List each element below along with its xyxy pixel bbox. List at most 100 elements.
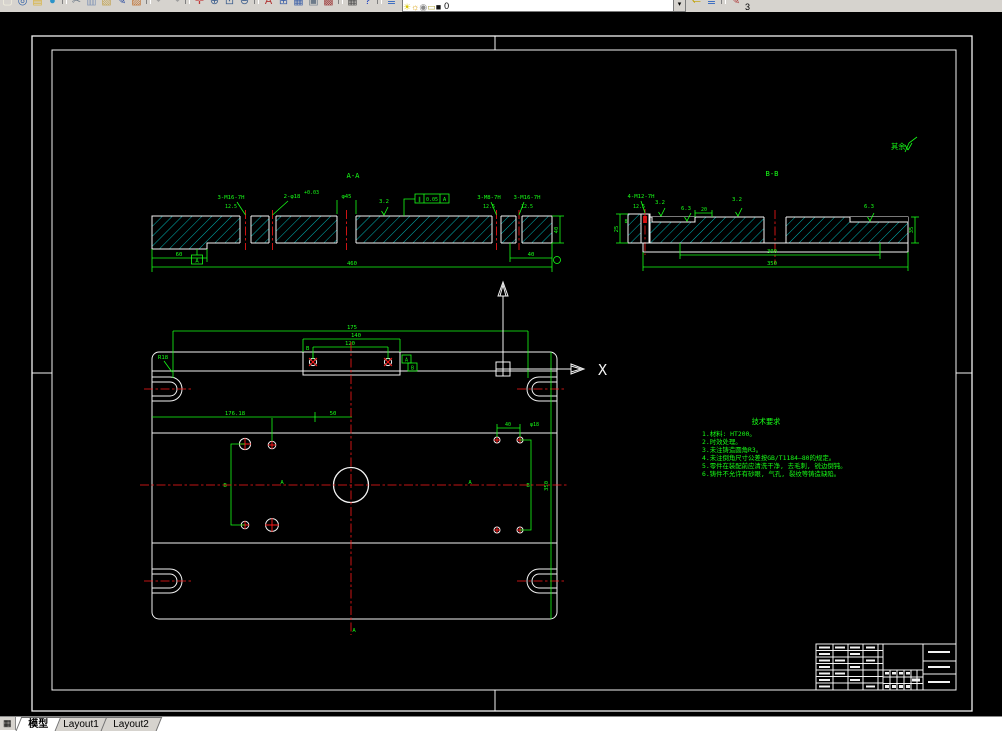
tab-label: Layout2 xyxy=(113,719,149,730)
svg-text:6.3: 6.3 xyxy=(864,204,874,210)
toolbar-clipped-text: 3 xyxy=(745,2,751,12)
technical-notes: 技术要求 1.材料: HT200。 2.时效处理。 3.未注铸造圆角R3。 4.… xyxy=(702,417,847,478)
redo-icon[interactable]: ↷ xyxy=(168,0,183,12)
svg-text:1.材料: HT200。: 1.材料: HT200。 xyxy=(702,429,756,438)
layer-on-bulb-icon[interactable]: ☀ xyxy=(403,2,411,12)
tab-list: 模型 Layout1 Layout2 xyxy=(12,717,162,731)
properties-pencil-icon[interactable]: ✎ xyxy=(728,0,743,12)
calculator-icon[interactable]: ▦ xyxy=(345,0,360,12)
svg-text:25: 25 xyxy=(614,226,620,233)
finish-note: 其余 xyxy=(891,136,918,153)
svg-text:176.18: 176.18 xyxy=(225,411,246,417)
paste-icon[interactable]: ▧ xyxy=(99,0,114,12)
globe-icon[interactable]: ● xyxy=(45,0,60,12)
image-icon[interactable]: ▣ xyxy=(306,0,321,12)
svg-text:3-M16-7H: 3-M16-7H xyxy=(218,195,245,201)
section-aa-title: A-A xyxy=(347,171,361,180)
layer-lock-icon[interactable]: ◉ xyxy=(419,2,427,12)
svg-text:A: A xyxy=(405,358,408,364)
zoom-in-icon[interactable]: ⊕ xyxy=(207,0,222,12)
toolbar-divider xyxy=(146,0,151,4)
svg-text:B: B xyxy=(411,366,414,372)
x-axis-label: X xyxy=(598,361,607,379)
svg-text:A: A xyxy=(443,197,447,203)
pan-hand-icon[interactable]: ✛ xyxy=(192,0,207,12)
section-bb-view: B-B 4-M12-7H 12.5 3.2 6.3 20 3.2 6.3 25 … xyxy=(614,169,919,271)
zoom-out-icon[interactable]: ⊖ xyxy=(237,0,252,12)
section-bb-title: B-B xyxy=(766,169,779,178)
svg-text:3.2: 3.2 xyxy=(732,197,742,203)
brush-icon[interactable]: ▨ xyxy=(129,0,144,12)
svg-text:20: 20 xyxy=(701,207,707,213)
svg-text:B: B xyxy=(526,483,530,489)
layers-icon[interactable]: ≣ xyxy=(384,0,399,12)
cells-icon[interactable]: ▦ xyxy=(291,0,306,12)
toolbar-divider xyxy=(62,0,67,4)
svg-text:3-M8-7H: 3-M8-7H xyxy=(477,195,501,201)
toolbar-divider xyxy=(185,0,190,4)
svg-text:40: 40 xyxy=(528,252,535,258)
notes-title: 技术要求 xyxy=(752,417,781,426)
pencil-icon[interactable]: ✎ xyxy=(114,0,129,12)
model-space-canvas[interactable]: A-A 3-M16-7H 12.5 2-φ18 +0.03 φ45 3.2 ∥ … xyxy=(0,12,1002,716)
help-icon[interactable]: ? xyxy=(360,0,375,12)
svg-text:0.05: 0.05 xyxy=(426,197,438,203)
binoculars-icon[interactable]: ◎ xyxy=(15,0,30,12)
svg-text:4-M12-7H: 4-M12-7H xyxy=(628,194,655,200)
find-text-icon[interactable]: A xyxy=(261,0,276,12)
bb-dimensions: 300 350 xyxy=(642,243,909,271)
copy-icon[interactable]: ▥ xyxy=(84,0,99,12)
toolbar-divider xyxy=(338,0,343,4)
toolbar-divider xyxy=(377,0,382,4)
title-block xyxy=(815,643,957,691)
plan-mid-dimensions: 176.18 50 xyxy=(152,411,352,422)
tab-Layout2[interactable]: Layout2 xyxy=(97,717,162,731)
layer-color-swatch[interactable]: ■ xyxy=(436,2,441,12)
tab-label: Layout1 xyxy=(62,719,99,730)
svg-text:3-M16-7H: 3-M16-7H xyxy=(514,195,541,201)
section-letters: A A A xyxy=(280,480,472,634)
svg-text:2-φ18: 2-φ18 xyxy=(284,194,301,200)
layout-tab-bar: ▦ 模型 Layout1 Layout2 xyxy=(0,716,1002,731)
svg-text:300: 300 xyxy=(767,249,777,255)
svg-text:60: 60 xyxy=(176,252,183,258)
sheets-icon[interactable]: ▤ xyxy=(30,0,45,12)
svg-text:4.未注倒角尺寸公差按GB/T1184—80的规定。: 4.未注倒角尺寸公差按GB/T1184—80的规定。 xyxy=(702,453,835,462)
tab-模型[interactable]: 模型 xyxy=(12,717,61,731)
tab-nav-icon[interactable]: ▦ xyxy=(0,717,16,730)
svg-text:350: 350 xyxy=(544,481,550,491)
aa-callouts: 3-M16-7H 12.5 2-φ18 +0.03 φ45 3.2 ∥ 0.05… xyxy=(218,190,541,216)
svg-text:350: 350 xyxy=(767,261,777,267)
ucs-icon: X xyxy=(495,280,607,379)
table-icon[interactable]: ⊞ xyxy=(276,0,291,12)
svg-text:R18: R18 xyxy=(158,355,169,361)
right-hole-group: 40 φ18 B xyxy=(493,422,539,534)
new-doc-icon[interactable]: ▢ xyxy=(0,0,15,12)
ole-icon[interactable]: ▩ xyxy=(321,0,336,12)
current-layer-name: 0 xyxy=(444,0,450,11)
tab-label: 模型 xyxy=(27,719,48,730)
layer-states-icon[interactable]: ≣ xyxy=(704,0,719,12)
svg-text:B: B xyxy=(306,346,310,352)
svg-text:A: A xyxy=(352,628,356,634)
svg-text:40: 40 xyxy=(554,227,560,234)
svg-text:φ45: φ45 xyxy=(341,194,351,200)
svg-text:2.时效处理。: 2.时效处理。 xyxy=(702,437,742,446)
toolbar-icon-group: ▢ ◎ ▤ ● ✂ ▥ ▧ ✎ ▨ ↶ ↷ ✛ ⊕ ⊡ ⊖ A ⊞ ▦ ▣ ▩ ▦? ≣ xyxy=(0,0,399,12)
svg-text:460: 460 xyxy=(347,261,357,267)
plan-view: A B B 175 140 120 R18 176.18 50 B 40 φ18… xyxy=(140,325,568,635)
undo-icon[interactable]: ↶ xyxy=(153,0,168,12)
cad-drawing[interactable]: A-A 3-M16-7H 12.5 2-φ18 +0.03 φ45 3.2 ∥ … xyxy=(0,12,1002,716)
svg-text:∥: ∥ xyxy=(418,196,421,203)
svg-text:3.未注铸造圆角R3。: 3.未注铸造圆角R3。 xyxy=(702,445,762,454)
layer-previous-icon[interactable]: ⇐ xyxy=(689,0,704,12)
svg-text:12.5: 12.5 xyxy=(225,204,237,210)
section-aa-view: A-A 3-M16-7H 12.5 2-φ18 +0.03 φ45 3.2 ∥ … xyxy=(151,171,564,272)
svg-text:B: B xyxy=(223,483,227,489)
cut-icon[interactable]: ✂ xyxy=(69,0,84,12)
layer-dropdown-arrow-icon[interactable]: ▾ xyxy=(673,0,685,11)
layer-control-dropdown[interactable]: ☀☼◉▭■ 0 ▾ xyxy=(402,0,686,12)
layer-plot-icon[interactable]: ▭ xyxy=(427,2,436,12)
toolbar-divider xyxy=(254,0,259,4)
zoom-window-icon[interactable]: ⊡ xyxy=(222,0,237,12)
